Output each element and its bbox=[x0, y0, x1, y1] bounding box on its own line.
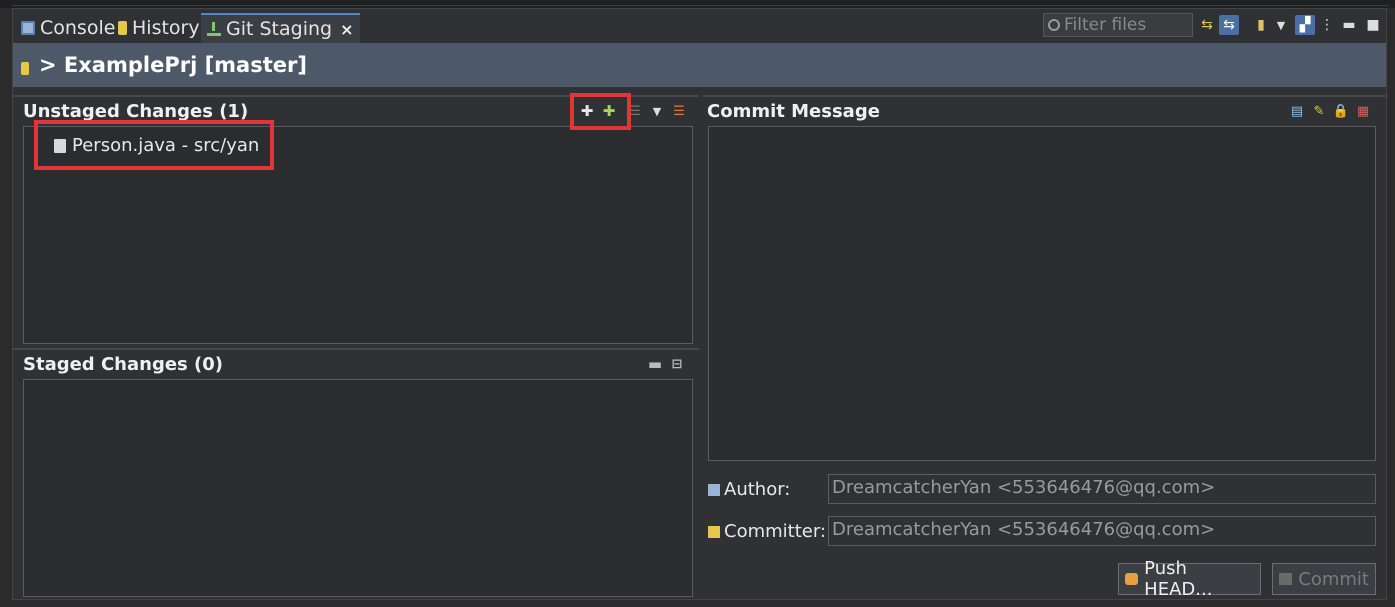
filter-placeholder: Filter files bbox=[1064, 15, 1147, 35]
push-head-button[interactable]: Push HEAD... bbox=[1118, 558, 1261, 600]
author-field[interactable]: DreamcatcherYan <553646476@qq.com> bbox=[828, 474, 1376, 504]
push-icon bbox=[1125, 573, 1139, 585]
committer-field[interactable]: DreamcatcherYan <553646476@qq.com> bbox=[828, 516, 1376, 546]
amend-icon[interactable]: ✎ bbox=[1311, 103, 1327, 119]
staged-changes-header: Staged Changes (0) ▬ ⊟ bbox=[13, 348, 699, 378]
staged-changes-list[interactable] bbox=[23, 379, 693, 597]
push-head-label: Push HEAD... bbox=[1144, 558, 1213, 600]
commit-button[interactable]: Commit bbox=[1272, 563, 1376, 595]
repository-icon bbox=[21, 61, 29, 75]
git-staging-view: Console History Git Staging × Filter fil… bbox=[12, 8, 1387, 600]
change-id-icon[interactable]: ▦ bbox=[1355, 103, 1371, 119]
highlight-box-file-item bbox=[34, 120, 274, 170]
minimize-icon[interactable]: ▬ bbox=[1339, 15, 1359, 35]
tab-git-staging-label: Git Staging bbox=[226, 18, 333, 40]
console-icon bbox=[21, 21, 35, 35]
staged-changes-title: Staged Changes (0) bbox=[23, 353, 223, 375]
git-staging-icon bbox=[207, 22, 221, 36]
commit-message-header: Commit Message ▤ ✎ 🔒 ▦ bbox=[703, 95, 1386, 125]
tab-console-label: Console bbox=[40, 17, 116, 39]
top-strip bbox=[0, 0, 1395, 8]
view-menu-icon[interactable]: ⋮ bbox=[1317, 15, 1337, 35]
history-icon bbox=[118, 21, 127, 35]
highlight-box-add-buttons bbox=[570, 93, 631, 130]
committer-icon bbox=[708, 525, 720, 538]
link-selection-icon[interactable]: ⇆ bbox=[1219, 15, 1239, 35]
commit-message-textarea[interactable] bbox=[708, 126, 1376, 461]
committer-label-text: Committer: bbox=[724, 521, 826, 542]
tab-history-label: History bbox=[132, 17, 200, 39]
sort-icon[interactable]: ☰ bbox=[671, 103, 687, 119]
commit-message-title: Commit Message bbox=[707, 100, 880, 122]
tab-console[interactable]: Console bbox=[15, 13, 121, 43]
author-label-text: Author: bbox=[724, 479, 791, 500]
repository-header: > ExamplePrj [master] bbox=[13, 43, 1386, 87]
author-icon bbox=[708, 483, 720, 496]
author-label: Author: bbox=[708, 479, 790, 500]
close-icon[interactable]: × bbox=[340, 20, 353, 39]
repository-icon[interactable]: ▮ bbox=[1251, 15, 1271, 35]
lock-icon[interactable]: 🔒 bbox=[1333, 103, 1349, 119]
signed-off-icon[interactable]: ▤ bbox=[1289, 103, 1305, 119]
commit-label: Commit bbox=[1298, 568, 1369, 590]
unstaged-changes-title: Unstaged Changes (1) bbox=[23, 100, 249, 122]
chevron-down-icon[interactable]: ▼ bbox=[1271, 15, 1291, 35]
tab-history[interactable]: History bbox=[112, 13, 206, 43]
remove-icon[interactable]: ▬ bbox=[647, 355, 663, 373]
tab-git-staging[interactable]: Git Staging × bbox=[201, 13, 360, 43]
maximize-icon[interactable]: ■ bbox=[1363, 15, 1383, 35]
search-icon bbox=[1048, 19, 1060, 31]
filter-files-input[interactable]: Filter files bbox=[1043, 13, 1193, 37]
commit-icon bbox=[1279, 573, 1293, 585]
committer-label: Committer: bbox=[708, 521, 826, 542]
layout-icon[interactable]: ▞ bbox=[1295, 15, 1315, 35]
repository-title: > ExamplePrj [master] bbox=[39, 53, 307, 77]
chevron-down-icon[interactable]: ▼ bbox=[649, 103, 665, 119]
tab-bar: Console History Git Staging × Filter fil… bbox=[13, 9, 1386, 43]
sync-icon[interactable]: ⇆ bbox=[1197, 15, 1217, 35]
remove-all-icon[interactable]: ⊟ bbox=[669, 356, 685, 372]
